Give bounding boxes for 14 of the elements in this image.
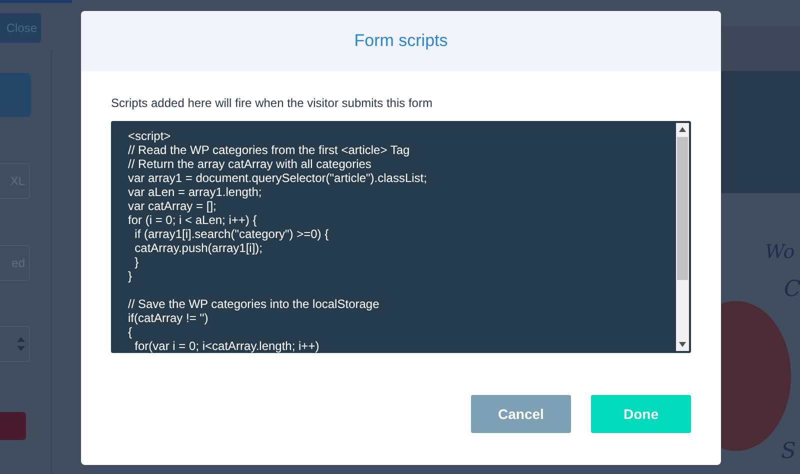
done-button[interactable]: Done xyxy=(591,395,691,433)
scrollbar-thumb[interactable] xyxy=(677,137,688,280)
number-field[interactable] xyxy=(0,326,30,362)
color-swatch[interactable] xyxy=(0,412,26,440)
code-text: <script> // Read the WP categories from the first <article> Tag // Return the array catArray with all categories var array1 = document.querySelector("article").classList; var aLen = array1.length; var catArray = []; for (i = 0; i < aLen; i++) { if (array1[i].search("category") >=0) { catArray.push(array1[i]); } } // Save the WP categories into the localStorage if(catArray != '') { for(var i = 0; i<catArray.length; i++) xyxy=(128,129,427,353)
scrollbar[interactable] xyxy=(676,123,689,351)
description-text: Scripts added here will fire when the visitor submits this form xyxy=(111,96,434,110)
dialog-title: Form scripts xyxy=(354,31,448,51)
spinner-arrows-icon xyxy=(17,336,25,352)
scroll-down-icon[interactable] xyxy=(679,342,686,347)
code-editor[interactable] xyxy=(111,121,691,353)
cancel-button[interactable]: Cancel xyxy=(471,395,571,433)
scroll-up-icon[interactable] xyxy=(679,127,686,132)
top-bar xyxy=(0,0,72,3)
